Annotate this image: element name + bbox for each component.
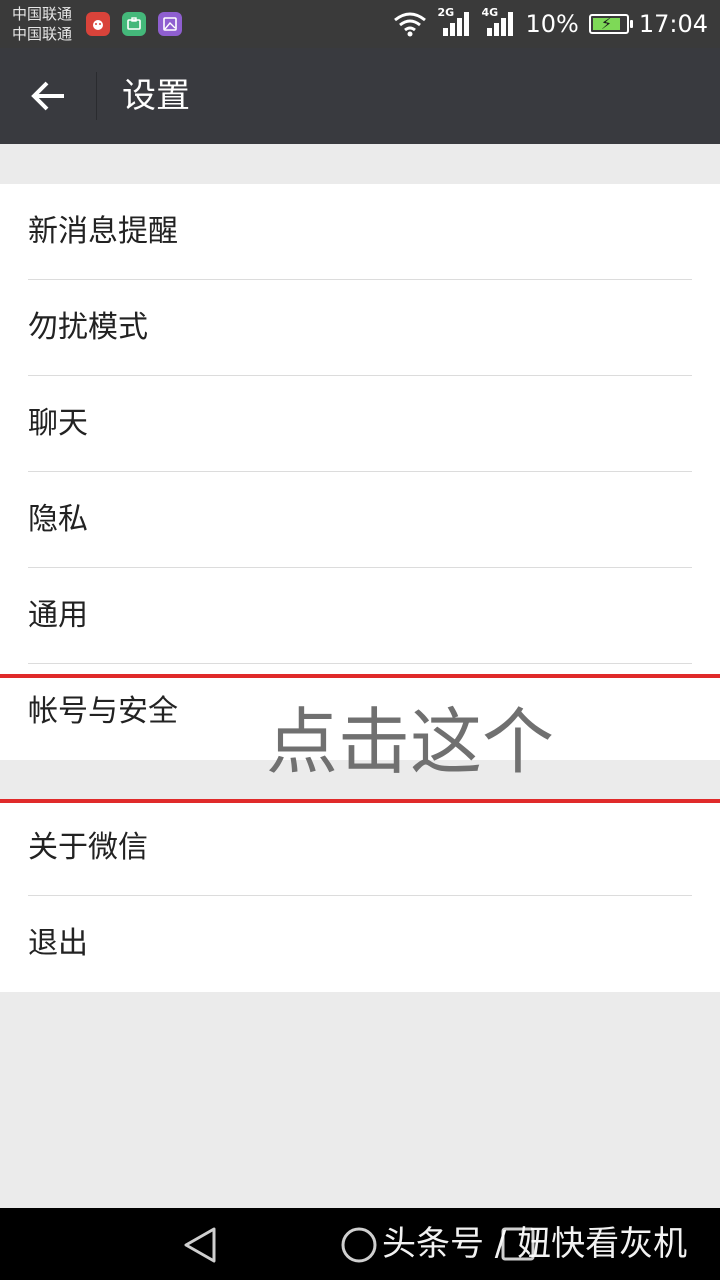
annotation-text: 点击这个: [266, 700, 555, 784]
carrier-1: 中国联通: [12, 5, 73, 23]
watermark-text: 头条号 / 妞快看灰机: [382, 1224, 688, 1264]
settings-item-logout[interactable]: 退出: [0, 896, 720, 992]
app-icon-red: [86, 12, 110, 36]
signal-2g-icon: 2G: [437, 6, 471, 38]
gallery-icon: [158, 12, 182, 36]
circle-home-icon[interactable]: [340, 1226, 378, 1264]
page-title: 设置: [122, 76, 190, 116]
status-bar: 中国联通 中国联通 2G 4G 10% ⚡ 17:04: [0, 0, 720, 48]
settings-item-about-wechat[interactable]: 关于微信: [0, 800, 720, 896]
settings-item-label: 隐私: [28, 502, 88, 537]
header-divider: [96, 72, 97, 120]
settings-item-chat[interactable]: 聊天: [0, 376, 720, 472]
settings-item-label: 聊天: [28, 406, 88, 441]
signal-4g-icon: 4G: [481, 6, 515, 38]
settings-item-label: 帐号与安全: [28, 694, 178, 729]
back-button[interactable]: [0, 48, 96, 144]
app-icon-green: [122, 12, 146, 36]
battery-icon: ⚡: [588, 14, 633, 34]
net-4g-label: 4G: [481, 6, 499, 19]
wifi-icon: [394, 12, 427, 37]
battery-percent: 10%: [525, 10, 579, 38]
clock: 17:04: [638, 10, 708, 38]
settings-item-do-not-disturb[interactable]: 勿扰模式: [0, 280, 720, 376]
settings-item-label: 新消息提醒: [28, 214, 178, 249]
highlight-line-top: [0, 674, 720, 678]
settings-item-label: 退出: [28, 926, 88, 961]
net-2g-label: 2G: [437, 6, 455, 19]
settings-item-new-message-alerts[interactable]: 新消息提醒: [0, 184, 720, 280]
charging-bolt-icon: ⚡: [600, 14, 613, 33]
status-indicators: 2G 4G 10% ⚡ 17:04: [393, 0, 708, 48]
settings-item-label: 勿扰模式: [28, 310, 148, 345]
settings-item-label: 关于微信: [28, 830, 148, 865]
arrow-left-icon: [31, 81, 64, 111]
app-header: 设置: [0, 48, 720, 144]
screen: 中国联通 中国联通 2G 4G 10% ⚡ 17:04 设置 新消息提醒 勿扰模…: [0, 0, 720, 1280]
carrier-2: 中国联通: [12, 25, 73, 43]
settings-item-general[interactable]: 通用: [0, 568, 720, 664]
highlight-line-bottom: [0, 799, 720, 803]
settings-item-label: 通用: [28, 598, 88, 633]
triangle-back-icon[interactable]: [182, 1226, 218, 1264]
settings-item-privacy[interactable]: 隐私: [0, 472, 720, 568]
settings-group-secondary: 关于微信 退出: [0, 800, 720, 992]
carrier-info: 中国联通 中国联通: [12, 4, 72, 44]
